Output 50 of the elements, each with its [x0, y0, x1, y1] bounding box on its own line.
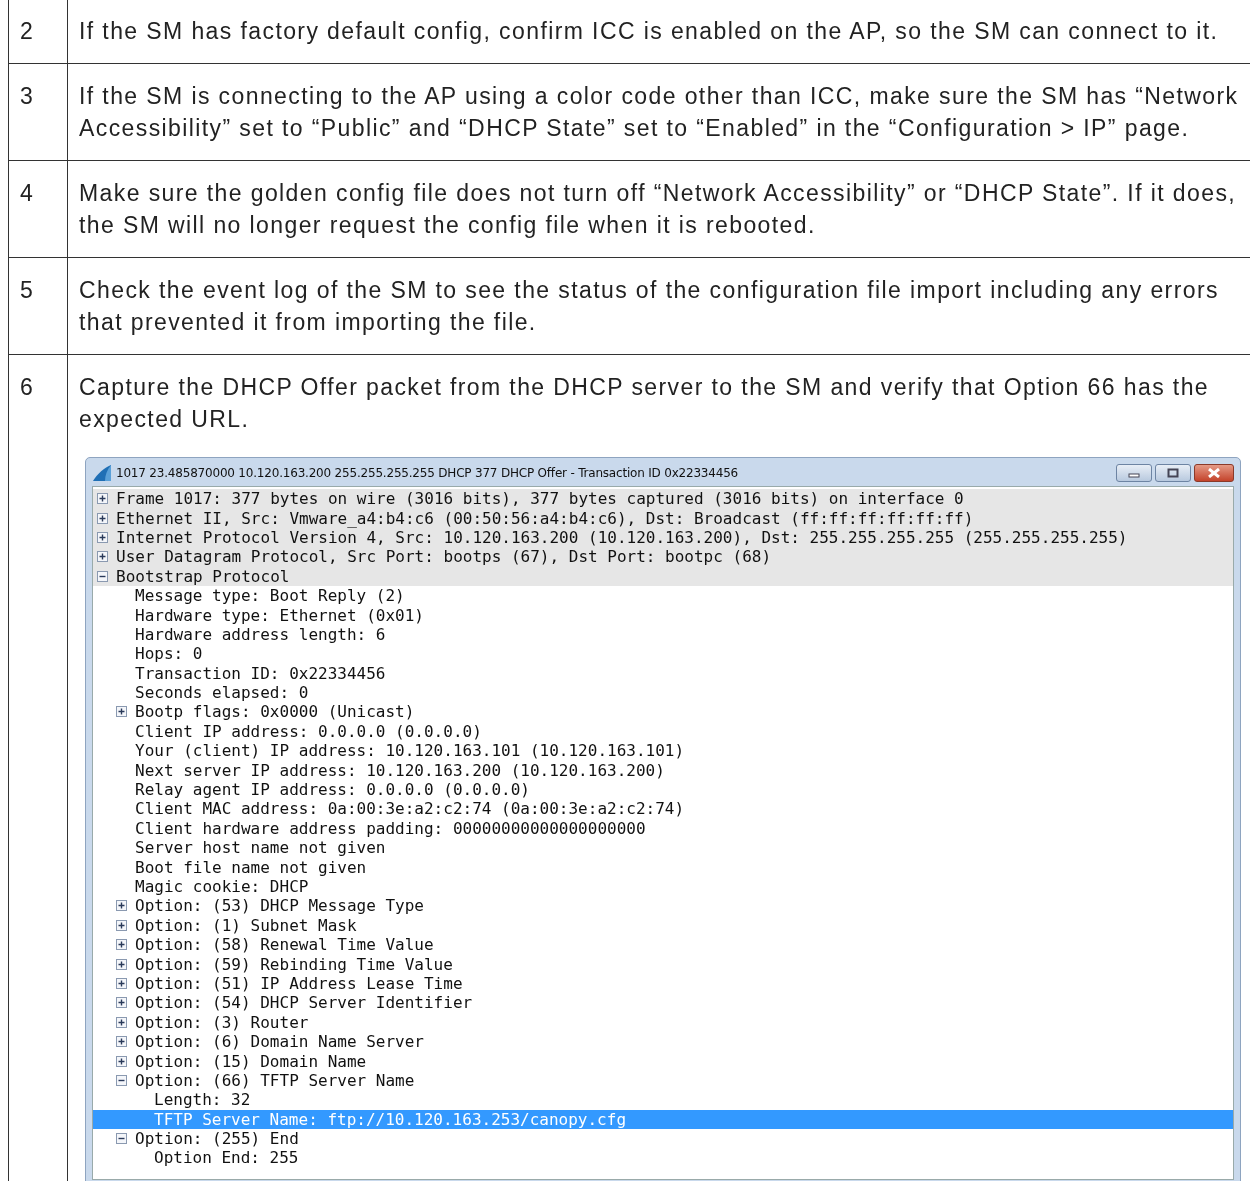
- tree-row[interactable]: Transaction ID: 0x22334456: [93, 663, 1233, 683]
- tree-row[interactable]: Option: (51) IP Address Lease Time: [93, 973, 1233, 994]
- tree-row[interactable]: Option: (1) Subnet Mask: [93, 915, 1233, 935]
- close-button[interactable]: [1194, 464, 1234, 482]
- step-text: If the SM has factory default config, confirm ICC is enabled on the AP, so the SM can connect to it.: [79, 17, 1220, 46]
- tree-row[interactable]: Next server IP address: 10.120.163.200 (10.120.163.200): [93, 760, 1233, 780]
- tree-row[interactable]: Option: (6) Domain Name Server: [93, 1031, 1233, 1052]
- tree-row[interactable]: Message type: Boot Reply (2): [93, 585, 1233, 606]
- tree-row[interactable]: Relay agent IP address: 0.0.0.0 (0.0.0.0): [93, 779, 1233, 800]
- tree-row[interactable]: Hardware type: Ethernet (0x01): [93, 605, 1233, 625]
- window-title: 1017 23.485870000 10.120.163.200 255.255.255.255 DHCP 377 DHCP Offer - Transaction ID 0x22334456: [116, 465, 739, 481]
- maximize-icon: [1167, 468, 1179, 478]
- step-text: If the SM is connecting to the AP using a color code other than ICC, make sure the SM has “Network Accessibility” set to “Public” and “DHCP State” set to “Enabled” in the “Configuration > IP” page.: [79, 82, 1240, 143]
- tree-row[interactable]: Client IP address: 0.0.0.0 (0.0.0.0): [93, 721, 1233, 742]
- tree-row[interactable]: Your (client) IP address: 10.120.163.101 (10.120.163.101): [93, 741, 1233, 761]
- table-cell: 4: [8, 160, 68, 258]
- tree-row[interactable]: Option End: 255: [93, 1148, 1233, 1168]
- tree-row[interactable]: Option: (66) TFTP Server Name: [93, 1070, 1233, 1091]
- tree-row[interactable]: Bootstrap Protocol: [93, 566, 1233, 586]
- step-text: Make sure the golden config file does not turn off “Network Accessibility” or “DHCP State”. If it does, the SM will no longer request the config file when it is rebooted.: [79, 179, 1238, 240]
- tree-row[interactable]: Server host name not given: [93, 838, 1233, 858]
- tree-row[interactable]: Option: (255) End: [93, 1128, 1233, 1149]
- tree-row[interactable]: Hops: 0: [93, 644, 1233, 664]
- tree-row[interactable]: Boot file name not given: [93, 857, 1233, 877]
- tree-row[interactable]: Option: (3) Router: [93, 1012, 1233, 1032]
- tree-row[interactable]: Ethernet II, Src: Vmware_a4:b4:c6 (00:50:56:a4:b4:c6), Dst: Broadcast (ff:ff:ff:ff:ff:ff): [93, 508, 1233, 528]
- step-text: Capture the DHCP Offer packet from the DHCP server to the SM and verify that Option 66 has the expected URL.: [79, 373, 1211, 434]
- table-cell: 3: [8, 63, 68, 161]
- table-cell: 2: [8, 0, 68, 64]
- table-cell: 5: [8, 257, 68, 355]
- close-icon: [1207, 468, 1221, 478]
- tree-row[interactable]: Magic cookie: DHCP: [93, 876, 1233, 897]
- tree-row[interactable]: Internet Protocol Version 4, Src: 10.120.163.200 (10.120.163.200), Dst: 255.255.255.255 (255.255.255.255): [93, 527, 1233, 548]
- tree-row[interactable]: Bootp flags: 0x0000 (Unicast): [93, 702, 1233, 722]
- tree-row[interactable]: Frame 1017: 377 bytes on wire (3016 bits), 377 bytes captured (3016 bits) on interface 0: [93, 489, 1233, 509]
- tree-row[interactable]: User Datagram Protocol, Src Port: bootps (67), Dst Port: bootpc (68): [93, 547, 1233, 567]
- tree-row[interactable]: Seconds elapsed: 0: [93, 682, 1233, 703]
- tree-row[interactable]: Option: (58) Renewal Time Value: [93, 935, 1233, 955]
- table-cell: 6: [8, 354, 68, 1181]
- tree-row[interactable]: Option: (59) Rebinding Time Value: [93, 954, 1233, 974]
- tree-row[interactable]: Option: (53) DHCP Message Type: [93, 896, 1233, 916]
- tree-row[interactable]: Hardware address length: 6: [93, 624, 1233, 645]
- tree-row[interactable]: Option: (15) Domain Name: [93, 1051, 1233, 1071]
- step-text: Check the event log of the SM to see the status of the configuration file import including any errors that prevented it from importing the file.: [79, 276, 1220, 337]
- maximize-button[interactable]: [1155, 464, 1191, 482]
- tree-row[interactable]: Client hardware address padding: 00000000000000000000: [93, 818, 1233, 839]
- fin-icon: [92, 464, 112, 482]
- tree-row[interactable]: Client MAC address: 0a:00:3e:a2:c2:74 (0a:00:3e:a2:c2:74): [93, 799, 1233, 819]
- tree-row[interactable]: Option: (54) DHCP Server Identifier: [93, 993, 1233, 1013]
- tree-row[interactable]: Length: 32: [93, 1090, 1233, 1110]
